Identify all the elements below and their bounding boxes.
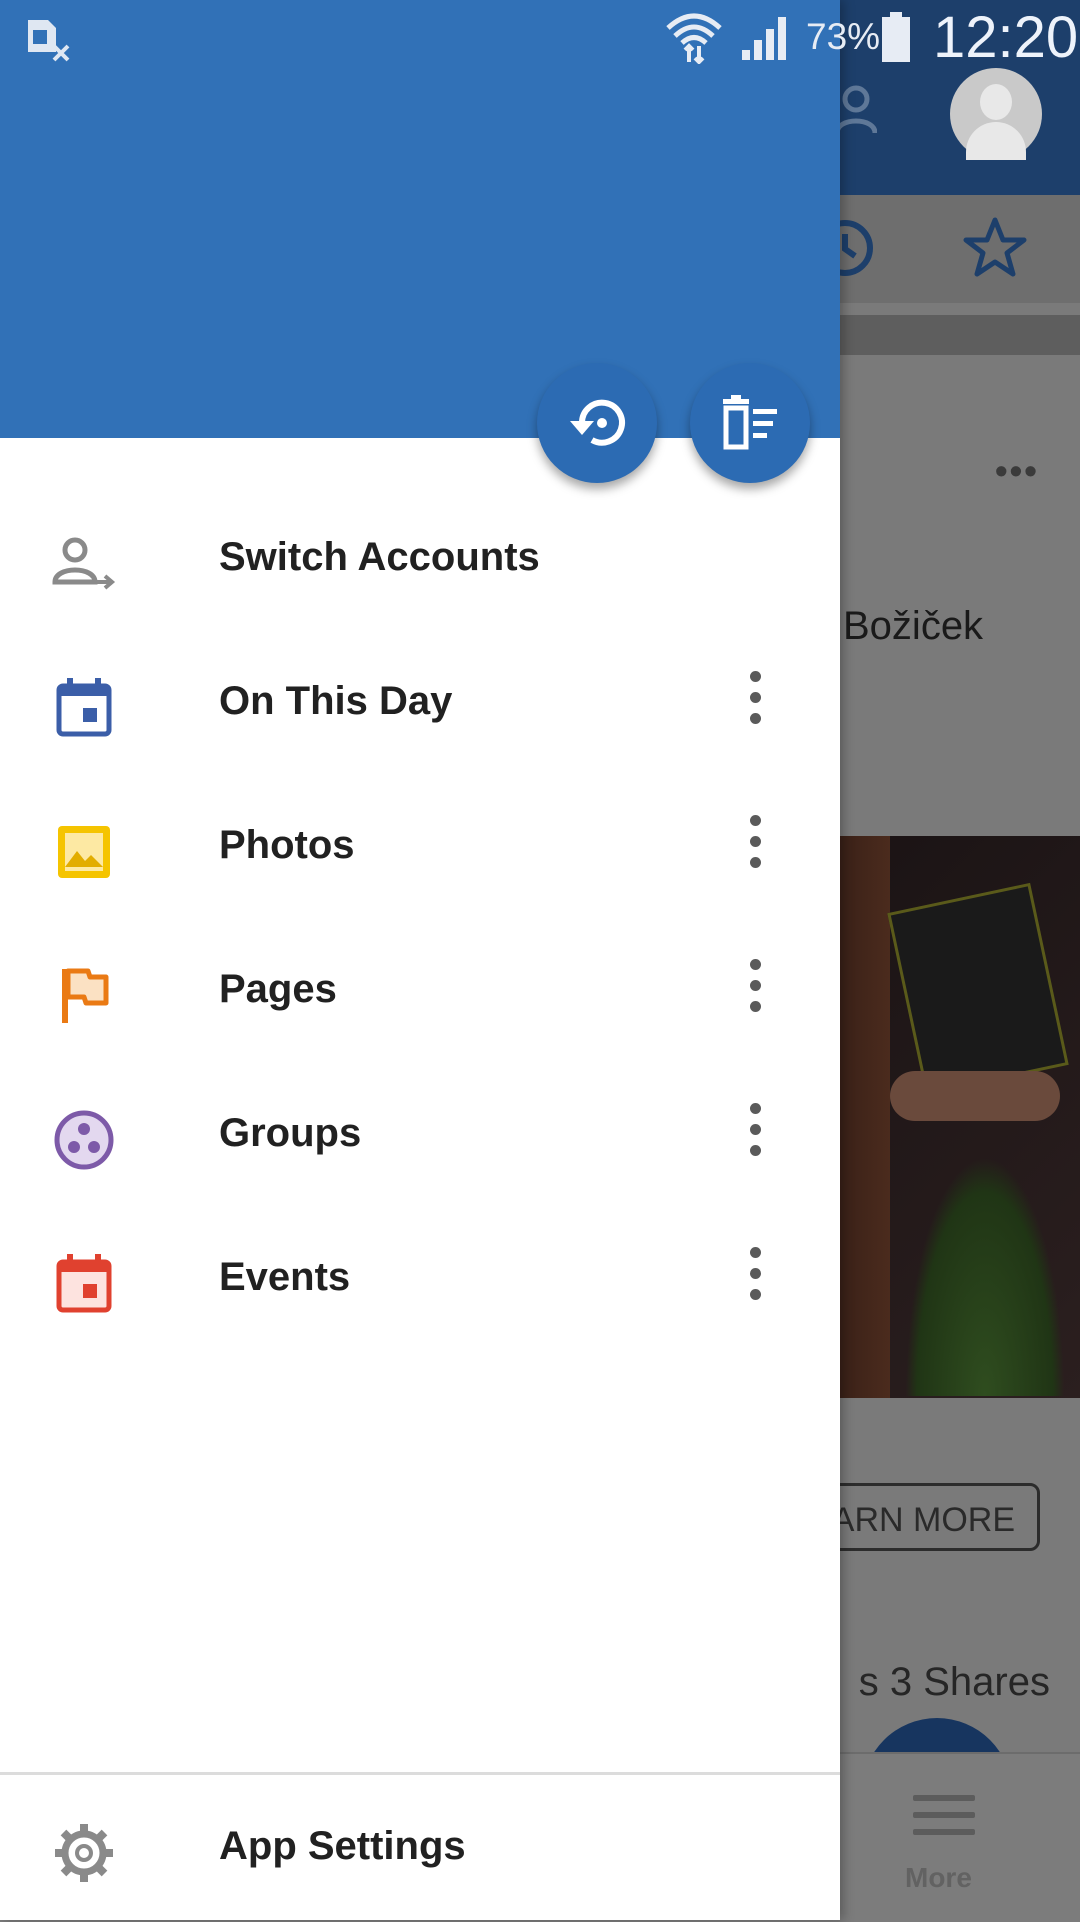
sim-icon (26, 16, 72, 67)
menu-item-label: On This Day (219, 679, 453, 723)
overflow-menu-icon[interactable] (735, 671, 775, 735)
overflow-menu-icon[interactable] (735, 1247, 775, 1311)
history-button[interactable] (537, 363, 657, 483)
menu-item-label: Photos (219, 823, 355, 867)
battery-percent: 73% (806, 16, 881, 57)
menu-item-label: Switch Accounts (219, 535, 540, 579)
menu-item-switch-accounts[interactable]: Switch Accounts (0, 495, 840, 625)
post-author-name[interactable]: Božiček (843, 604, 983, 649)
overflow-menu-icon[interactable] (735, 815, 775, 879)
menu-item-pages[interactable]: Pages (0, 927, 840, 1057)
switch-account-icon (50, 530, 118, 598)
menu-item-app-settings[interactable]: App Settings (0, 1784, 840, 1914)
status-bar: 73% 12:20 (0, 0, 1080, 78)
menu-item-label: Pages (219, 967, 337, 1011)
overflow-menu-icon[interactable] (735, 1103, 775, 1167)
overflow-menu-icon[interactable] (735, 959, 775, 1023)
signal-icon (740, 14, 790, 67)
menu-item-label: Events (219, 1255, 351, 1299)
history-icon (570, 399, 625, 446)
drawer-divider (0, 1772, 840, 1775)
calendar-icon (50, 674, 118, 742)
status-time: 12:20 (933, 5, 1079, 70)
more-label[interactable]: More (905, 1862, 972, 1894)
menu-item-label: App Settings (219, 1824, 466, 1868)
learn-more-button[interactable]: ARN MORE (820, 1483, 1040, 1551)
flag-icon (50, 962, 118, 1030)
groups-icon (50, 1106, 118, 1174)
menu-item-events[interactable]: Events (0, 1215, 840, 1345)
person-icon[interactable] (834, 85, 878, 140)
profile-avatar[interactable] (950, 68, 1042, 160)
navigation-drawer: Switch Accounts On This Day Photos Pages… (0, 0, 840, 1920)
battery-icon (880, 12, 912, 69)
event-icon (50, 1250, 118, 1318)
clear-all-icon (723, 395, 777, 450)
menu-item-groups[interactable]: Groups (0, 1071, 840, 1201)
star-icon[interactable] (963, 216, 1027, 283)
post-menu-icon[interactable]: ••• (995, 450, 1039, 492)
wifi-icon (665, 10, 723, 69)
menu-item-photos[interactable]: Photos (0, 783, 840, 913)
gear-icon (50, 1819, 118, 1887)
photo-icon (50, 818, 118, 886)
more-menu-icon[interactable] (913, 1795, 975, 1846)
menu-item-on-this-day[interactable]: On This Day (0, 639, 840, 769)
menu-item-label: Groups (219, 1111, 362, 1155)
clear-button[interactable] (690, 363, 810, 483)
